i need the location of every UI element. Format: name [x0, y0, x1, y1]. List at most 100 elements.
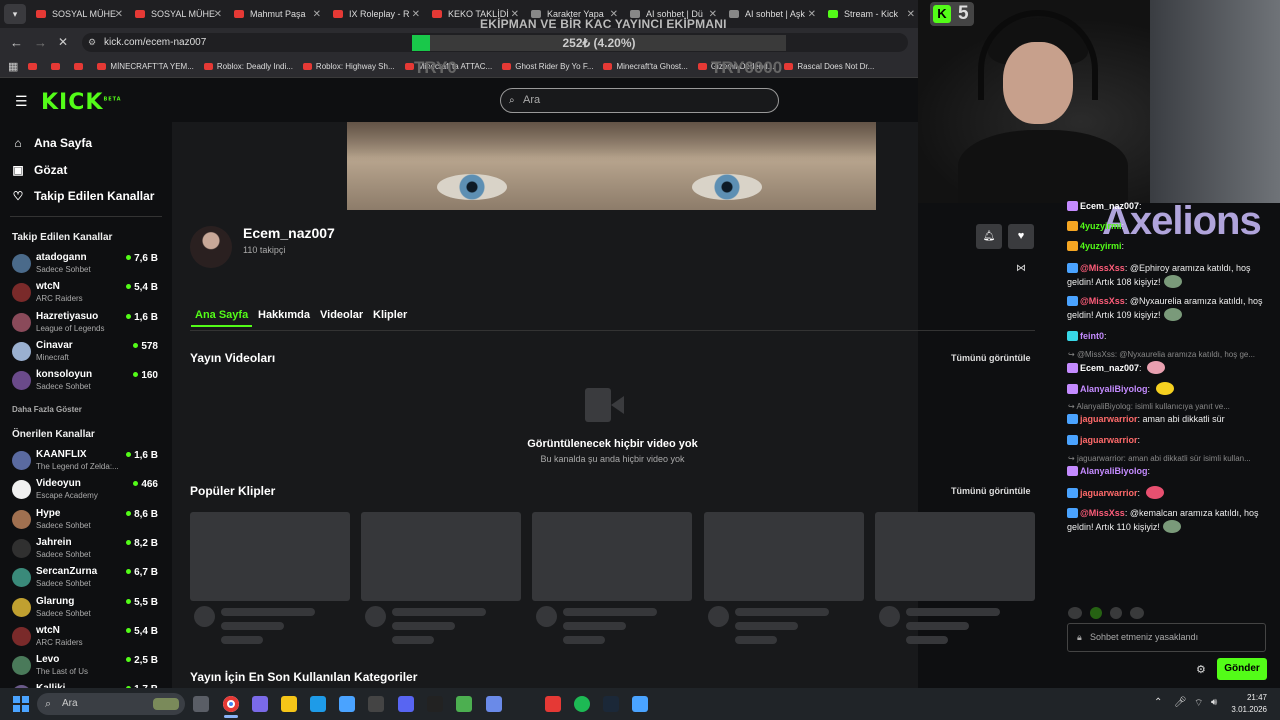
chat-username[interactable]: @MissXss — [1080, 508, 1125, 518]
sidebar-channel[interactable]: KAANFLIX The Legend of Zelda:... 1,6 B — [12, 448, 162, 476]
bookmark-item[interactable] — [74, 63, 87, 70]
bookmark-item[interactable]: Roblox: Deadly Indi... — [203, 62, 293, 71]
chat-username[interactable]: jaguarwarrior — [1080, 488, 1138, 498]
wifi-icon[interactable]: ⌔ — [1194, 697, 1203, 710]
recorder-icon[interactable] — [545, 696, 561, 712]
sidebar-channel[interactable]: Hype Sadece Sohbet 8,6 B — [12, 507, 162, 535]
clock-time[interactable]: 21:47 — [1233, 693, 1267, 702]
store-icon[interactable] — [339, 696, 355, 712]
back-icon[interactable]: ← — [10, 35, 23, 50]
spotify-icon[interactable] — [574, 696, 590, 712]
settings-icon[interactable] — [632, 696, 648, 712]
steam-icon[interactable] — [603, 696, 619, 712]
bookmark-item[interactable] — [51, 63, 64, 70]
chat-reply-preview[interactable]: ↪ @MissXss: @Nyxaurelia aramıza katıldı,… — [1068, 350, 1268, 359]
follow-button[interactable]: ♥ — [1008, 224, 1034, 249]
clips-see-all-link[interactable]: Tümünü görüntüle — [951, 486, 1030, 496]
notification-button[interactable]: 🔔︎ — [976, 224, 1002, 249]
site-info-icon[interactable]: ⚙ — [88, 33, 96, 52]
tab-search-button[interactable]: ▾ — [4, 4, 26, 24]
capcut-icon[interactable] — [427, 696, 443, 712]
chat-username[interactable]: feint0 — [1080, 331, 1104, 341]
send-button[interactable]: Gönder — [1217, 658, 1267, 680]
videos-see-all-link[interactable]: Tümünü görüntüle — [951, 353, 1030, 363]
tab-close-icon[interactable]: ✕ — [115, 9, 123, 20]
reload-icon[interactable]: ✕ — [58, 35, 68, 49]
chat-reply-preview[interactable]: ↪ AlanyaliBiyolog: isimli kullanıcıya ya… — [1068, 402, 1268, 411]
tab-close-icon[interactable]: ✕ — [214, 9, 222, 20]
channel-avatar[interactable] — [190, 226, 232, 268]
nav-home[interactable]: ⌂ Ana Sayfa — [12, 136, 92, 150]
apps-icon[interactable]: ▦ — [8, 60, 18, 73]
bookmark-item[interactable] — [28, 63, 41, 70]
tab-close-icon[interactable]: ✕ — [808, 9, 816, 20]
chat-username[interactable]: 4yuzyirmi — [1080, 221, 1122, 231]
chat-reply-preview[interactable]: ↪ jaguarwarrior: aman abi dikkatli sür i… — [1068, 454, 1268, 463]
browser-tab[interactable]: Mahmut Paşa ✕ — [228, 0, 327, 28]
sidebar-channel[interactable]: Jahrein Sadece Sohbet 8,2 B — [12, 536, 162, 564]
search-input[interactable]: ⌕ Ara — [500, 88, 779, 113]
chat-input[interactable]: 🔒︎ Sohbet etmeniz yasaklandı — [1067, 623, 1266, 652]
chat-username[interactable]: @MissXss — [1080, 296, 1125, 306]
chat-username[interactable]: jaguarwarrior — [1080, 435, 1138, 445]
browser-tab[interactable]: SOSYAL MÜHE ✕ — [129, 0, 228, 28]
minecraft-icon[interactable] — [456, 696, 472, 712]
clock-date[interactable]: 3.01.2026 — [1226, 705, 1267, 714]
bookmark-item[interactable]: Roblox: Highway Sh... — [302, 62, 395, 71]
chat-username[interactable]: Ecem_naz007 — [1080, 201, 1139, 211]
browser-tab[interactable]: AI sohbet | Aşk ✕ — [723, 0, 822, 28]
sidebar-channel[interactable]: Cinavar Minecraft 578 — [12, 339, 162, 367]
share-icon[interactable]: ⋈ — [1016, 263, 1026, 274]
clip-meta-placeholder — [392, 622, 456, 630]
edge-icon[interactable] — [310, 696, 326, 712]
chat-username[interactable]: @MissXss — [1080, 263, 1125, 273]
file-explorer-icon[interactable] — [281, 696, 297, 712]
sidebar-channel[interactable]: Glarung Sadece Sohbet 5,5 B — [12, 595, 162, 623]
chat-username[interactable]: 4yuzyirmi — [1080, 241, 1122, 251]
chat-username[interactable]: AlanyaliBiyolog — [1080, 384, 1148, 394]
bookmark-item[interactable]: Ghost Rider By Yo F... — [502, 62, 593, 71]
app-icon[interactable] — [486, 696, 502, 712]
tab-home[interactable]: Ana Sayfa — [191, 309, 253, 327]
bookmark-item[interactable]: MİNECRAFT'TA YEM... — [97, 62, 194, 71]
chrome-icon[interactable] — [223, 696, 239, 712]
kick-logo[interactable]: KICKBETA — [41, 90, 122, 115]
tab-close-icon[interactable]: ✕ — [313, 9, 321, 20]
sidebar-channel[interactable]: wtcN ARC Raiders 5,4 B — [12, 280, 162, 308]
show-more-link[interactable]: Daha Fazla Göster — [12, 405, 82, 414]
sidebar-channel[interactable]: Hazretiyasuo League of Legends 1,6 B — [12, 310, 162, 338]
forward-icon[interactable]: → — [34, 35, 47, 50]
nav-following[interactable]: ♡ Takip Edilen Kanallar — [12, 189, 155, 203]
browser-tab[interactable]: SOSYAL MÜHE ✕ — [30, 0, 129, 28]
obs-icon[interactable] — [368, 696, 384, 712]
tab-close-icon[interactable]: ✕ — [907, 9, 915, 20]
copilot-icon[interactable] — [252, 696, 268, 712]
settings-gear-icon[interactable]: ⚙ — [1196, 663, 1206, 676]
taskbar-search-input[interactable]: ⌕ Ara — [37, 693, 185, 715]
microphone-icon[interactable]: 🎤︎ — [1174, 697, 1187, 708]
menu-icon[interactable]: ☰ — [15, 93, 28, 110]
tray-chevron-icon[interactable]: ⌃ — [1154, 697, 1162, 708]
tab-about[interactable]: Hakkımda — [258, 309, 310, 321]
sidebar-channel[interactable]: wtcN ARC Raiders 5,4 B — [12, 624, 162, 652]
tab-close-icon[interactable]: ✕ — [412, 9, 420, 20]
chat-username[interactable]: AlanyaliBiyolog — [1080, 466, 1148, 476]
task-view-icon[interactable] — [193, 696, 209, 712]
sidebar-channel[interactable]: Levo The Last of Us 2,5 B — [12, 653, 162, 681]
sidebar-channel[interactable]: Videoyun Escape Academy 466 — [12, 477, 162, 505]
tab-videos[interactable]: Videolar — [320, 309, 363, 321]
sidebar-channel[interactable]: atadogann Sadece Sohbet 7,6 B — [12, 251, 162, 279]
chat-username[interactable]: jaguarwarrior — [1080, 414, 1138, 424]
volume-icon[interactable]: 🔊︎ — [1211, 697, 1217, 708]
browser-tab[interactable]: Stream - Kick ✕ — [822, 0, 921, 28]
sidebar-channel[interactable]: SercanZurna Sadece Sohbet 6,7 B — [12, 565, 162, 593]
bookmark-item[interactable]: Rascal Does Not Dr... — [784, 62, 874, 71]
sidebar-channel[interactable]: konsoloyun Sadece Sohbet 160 — [12, 368, 162, 396]
nav-browse[interactable]: ▣ Gözat — [12, 163, 67, 177]
chat-username[interactable]: Ecem_naz007 — [1080, 363, 1139, 373]
bookmark-item[interactable]: Minecraft'ta Ghost... — [603, 62, 688, 71]
tab-clips[interactable]: Klipler — [373, 309, 407, 321]
windows-start-icon[interactable] — [13, 696, 29, 712]
browser-tab[interactable]: IX Roleplay - R ✕ — [327, 0, 426, 28]
discord-icon[interactable] — [398, 696, 414, 712]
